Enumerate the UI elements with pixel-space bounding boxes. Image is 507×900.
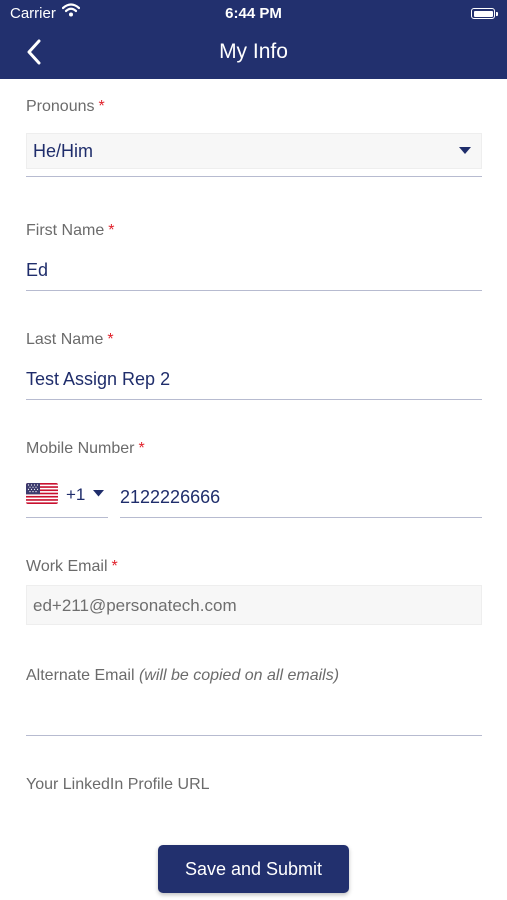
first-name-label-text: First Name	[26, 222, 105, 239]
mobile-number-value: 2122226666	[120, 487, 221, 507]
alternate-email-input[interactable]	[26, 698, 482, 735]
status-time: 6:44 PM	[225, 5, 282, 22]
alternate-email-label: Alternate Email (will be copied on all e…	[26, 667, 339, 685]
pronouns-underline	[26, 176, 482, 177]
pronouns-value: He/Him	[33, 141, 94, 161]
last-name-underline	[26, 399, 482, 400]
work-email-field: ed+211@personatech.com	[26, 585, 482, 625]
battery-icon	[471, 8, 498, 19]
mobile-number-label-text: Mobile Number	[26, 440, 135, 457]
page-title: My Info	[219, 40, 288, 63]
chevron-down-icon	[93, 490, 104, 497]
mobile-number-input[interactable]: 2122226666	[120, 480, 482, 517]
required-marker: *	[138, 440, 145, 457]
save-and-submit-button[interactable]: Save and Submit	[158, 845, 349, 893]
status-bar: Carrier 6:44 PM	[0, 0, 507, 28]
alternate-email-label-text: Alternate Email	[26, 667, 135, 684]
required-marker: *	[107, 331, 114, 348]
linkedin-label: Your LinkedIn Profile URL	[26, 776, 210, 794]
country-code-value: +1	[66, 485, 86, 504]
last-name-label: Last Name *	[26, 331, 114, 349]
required-marker: *	[108, 222, 115, 239]
first-name-label: First Name *	[26, 222, 114, 240]
pronouns-label-text: Pronouns	[26, 98, 95, 115]
first-name-value: Ed	[26, 260, 49, 280]
pronouns-select[interactable]: He/Him	[26, 133, 482, 169]
work-email-value: ed+211@personatech.com	[33, 596, 237, 615]
last-name-value: Test Assign Rep 2	[26, 369, 171, 389]
linkedin-label-text: Your LinkedIn Profile URL	[26, 776, 210, 793]
first-name-input[interactable]: Ed	[26, 254, 482, 290]
work-email-label-text: Work Email	[26, 558, 108, 575]
alternate-email-underline	[26, 735, 482, 736]
mobile-number-label: Mobile Number *	[26, 440, 145, 458]
last-name-label-text: Last Name	[26, 331, 104, 348]
first-name-underline	[26, 290, 482, 291]
chevron-down-icon	[459, 147, 471, 154]
linkedin-input[interactable]	[26, 800, 482, 832]
last-name-input[interactable]: Test Assign Rep 2	[26, 363, 482, 399]
mobile-number-underline	[120, 517, 482, 518]
alternate-email-hint: (will be copied on all emails)	[138, 667, 340, 684]
required-marker: *	[111, 558, 118, 575]
pronouns-label: Pronouns *	[26, 98, 105, 116]
header: Carrier 6:44 PM My Info	[0, 0, 507, 79]
country-code-underline	[26, 517, 108, 518]
us-flag-icon	[26, 483, 58, 504]
work-email-label: Work Email *	[26, 558, 118, 576]
required-marker: *	[98, 98, 105, 115]
